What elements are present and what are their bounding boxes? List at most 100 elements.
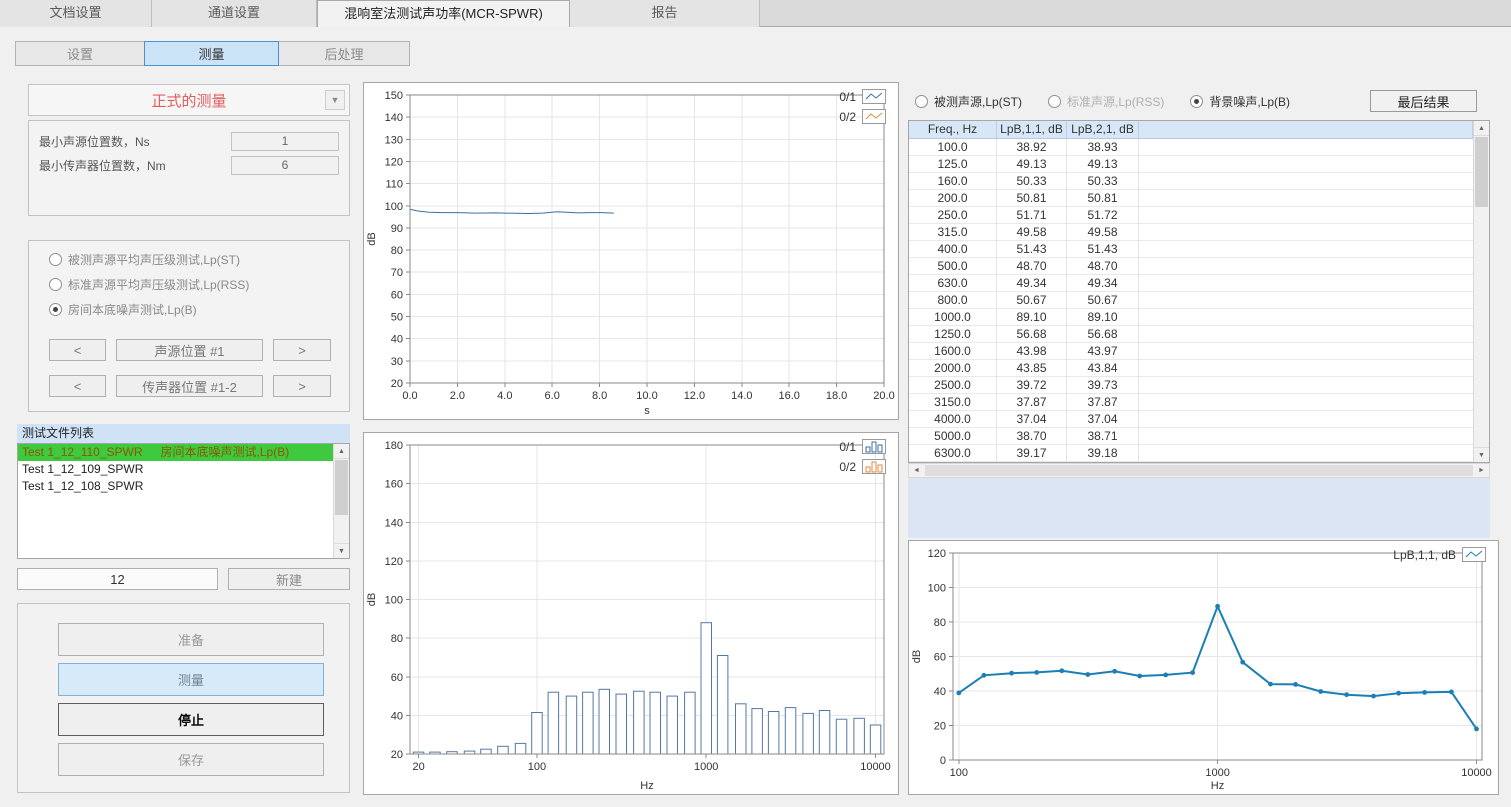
table-row[interactable]: 2500.039.7239.73 — [909, 377, 1473, 394]
file-test-type: 房间本底噪声测试,Lp(B) — [161, 445, 290, 459]
save-button[interactable]: 保存 — [58, 743, 324, 776]
table-row[interactable]: 500.048.7048.70 — [909, 258, 1473, 275]
radio-option[interactable]: 标准声源平均声压级测试,Lp(RSS) — [49, 276, 249, 293]
svg-text:1000: 1000 — [694, 761, 718, 773]
file-list-scrollbar[interactable]: ▲ ▼ — [333, 444, 349, 558]
field-value[interactable]: 1 — [231, 132, 339, 151]
scroll-right-icon[interactable]: ► — [1474, 464, 1489, 477]
column-header[interactable]: LpB,2,1, dB — [1067, 121, 1139, 139]
table-row[interactable]: 200.050.8150.81 — [909, 190, 1473, 207]
table-row[interactable]: 2000.043.8543.84 — [909, 360, 1473, 377]
bar-series-icon — [862, 459, 886, 474]
radio-option[interactable]: 背景噪声,Lp(B) — [1190, 93, 1290, 110]
table-row[interactable]: 6300.039.1739.18 — [909, 445, 1473, 462]
svg-text:40: 40 — [391, 710, 403, 722]
table-row[interactable]: 100.038.9238.93 — [909, 139, 1473, 156]
source-position-button[interactable]: 声源位置 #1 — [116, 339, 263, 361]
radio-option[interactable]: 房间本底噪声测试,Lp(B) — [49, 301, 197, 318]
table-row[interactable]: 315.049.5849.58 — [909, 224, 1473, 241]
line-series-icon — [862, 89, 886, 104]
top-tab[interactable]: 文档设置 — [0, 0, 152, 27]
svg-text:90: 90 — [391, 223, 403, 235]
scroll-thumb[interactable] — [925, 465, 1473, 476]
top-tab[interactable]: 通道设置 — [152, 0, 317, 27]
level-cell: 49.13 — [997, 156, 1067, 173]
freq-cell: 4000.0 — [909, 411, 997, 428]
sub-tab[interactable]: 设置 — [15, 41, 145, 66]
final-result-button[interactable]: 最后结果 — [1370, 90, 1477, 112]
table-row[interactable]: 1600.043.9843.97 — [909, 343, 1473, 360]
test-file-list[interactable]: Test 1_12_110_SPWR房间本底噪声测试,Lp(B)Test 1_1… — [17, 443, 350, 559]
level-cell: 37.87 — [997, 394, 1067, 411]
prev-position-button[interactable]: < — [49, 339, 106, 361]
top-tab[interactable]: 混响室法测试声功率(MCR-SPWR) — [317, 0, 570, 27]
table-row[interactable]: 160.050.3350.33 — [909, 173, 1473, 190]
radio-option[interactable]: 被测声源平均声压级测试,Lp(ST) — [49, 251, 240, 268]
measurement-mode-value: 正式的测量 — [151, 90, 226, 111]
file-list-item[interactable]: Test 1_12_109_SPWR — [18, 461, 333, 478]
radio-option[interactable]: 标准声源,Lp(RSS) — [1048, 93, 1164, 110]
scroll-down-icon[interactable]: ▼ — [334, 543, 349, 558]
radio-label: 房间本底噪声测试,Lp(B) — [68, 301, 197, 318]
chevron-down-icon[interactable]: ▼ — [325, 90, 345, 110]
svg-text:40: 40 — [391, 334, 403, 346]
level-cell: 50.33 — [1067, 173, 1139, 190]
file-list-item[interactable]: Test 1_12_108_SPWR — [18, 478, 333, 495]
scroll-left-icon[interactable]: ◄ — [909, 464, 924, 477]
sub-tab[interactable]: 后处理 — [278, 41, 410, 66]
next-position-button[interactable]: > — [273, 375, 331, 397]
table-row[interactable]: 250.051.7151.72 — [909, 207, 1473, 224]
measurement-count-button[interactable]: 12 — [17, 568, 218, 590]
level-cell: 49.58 — [1067, 224, 1139, 241]
table-row[interactable]: 125.049.1349.13 — [909, 156, 1473, 173]
table-row[interactable]: 1000.089.1089.10 — [909, 309, 1473, 326]
radio-option[interactable]: 被测声源,Lp(ST) — [915, 93, 1022, 110]
table-row[interactable]: 800.050.6750.67 — [909, 292, 1473, 309]
svg-text:140: 140 — [385, 517, 403, 529]
prev-position-button[interactable]: < — [49, 375, 106, 397]
column-header[interactable]: LpB,1,1, dB — [997, 121, 1067, 139]
column-header[interactable]: Freq., Hz — [909, 121, 997, 139]
table-vscrollbar[interactable]: ▲ ▼ — [1473, 121, 1489, 462]
level-cell: 37.04 — [1067, 411, 1139, 428]
top-tab[interactable]: 报告 — [570, 0, 760, 27]
level-cell: 37.87 — [1067, 394, 1139, 411]
svg-text:120: 120 — [385, 157, 403, 169]
scroll-up-icon[interactable]: ▲ — [334, 444, 349, 459]
table-row[interactable]: 4000.037.0437.04 — [909, 411, 1473, 428]
file-list-item[interactable]: Test 1_12_110_SPWR房间本底噪声测试,Lp(B) — [18, 444, 333, 461]
scroll-down-icon[interactable]: ▼ — [1474, 447, 1489, 462]
stop-button[interactable]: 停止 — [58, 703, 324, 736]
level-cell: 39.17 — [997, 445, 1067, 462]
freq-cell: 800.0 — [909, 292, 997, 309]
table-hscrollbar[interactable]: ◄ ► — [908, 463, 1490, 478]
field-value[interactable]: 6 — [231, 156, 339, 175]
spectrum-legend: 0/10/2 — [839, 439, 886, 474]
table-row[interactable]: 1250.056.6856.68 — [909, 326, 1473, 343]
level-cell: 89.10 — [997, 309, 1067, 326]
svg-text:dB: dB — [366, 232, 378, 245]
scroll-thumb[interactable] — [335, 460, 348, 515]
level-cell: 49.13 — [1067, 156, 1139, 173]
table-row[interactable]: 630.049.3449.34 — [909, 275, 1473, 292]
next-position-button[interactable]: > — [273, 339, 331, 361]
table-row[interactable]: 3150.037.8737.87 — [909, 394, 1473, 411]
level-cell: 48.70 — [997, 258, 1067, 275]
measurement-mode-select[interactable]: 正式的测量 ▼ — [28, 84, 350, 116]
new-file-button[interactable]: 新建 — [228, 568, 350, 590]
table-row[interactable]: 5000.038.7038.71 — [909, 428, 1473, 445]
measure-button[interactable]: 测量 — [58, 663, 324, 696]
level-cell: 49.58 — [997, 224, 1067, 241]
level-cell: 43.84 — [1067, 360, 1139, 377]
mic-position-button[interactable]: 传声器位置 #1-2 — [116, 375, 263, 397]
svg-text:80: 80 — [934, 617, 946, 629]
scroll-thumb[interactable] — [1475, 137, 1488, 207]
frequency-table[interactable]: Freq., HzLpB,1,1, dBLpB,2,1, dB100.038.9… — [908, 120, 1490, 463]
table-row[interactable]: 400.051.4351.43 — [909, 241, 1473, 258]
sub-tab[interactable]: 测量 — [144, 41, 279, 66]
freq-cell: 1600.0 — [909, 343, 997, 360]
scroll-up-icon[interactable]: ▲ — [1474, 121, 1489, 136]
prepare-button[interactable]: 准备 — [58, 623, 324, 656]
result-type-radio-group: 被测声源,Lp(ST) 标准声源,Lp(RSS) 背景噪声,Lp(B) — [915, 93, 1290, 110]
freq-cell: 315.0 — [909, 224, 997, 241]
